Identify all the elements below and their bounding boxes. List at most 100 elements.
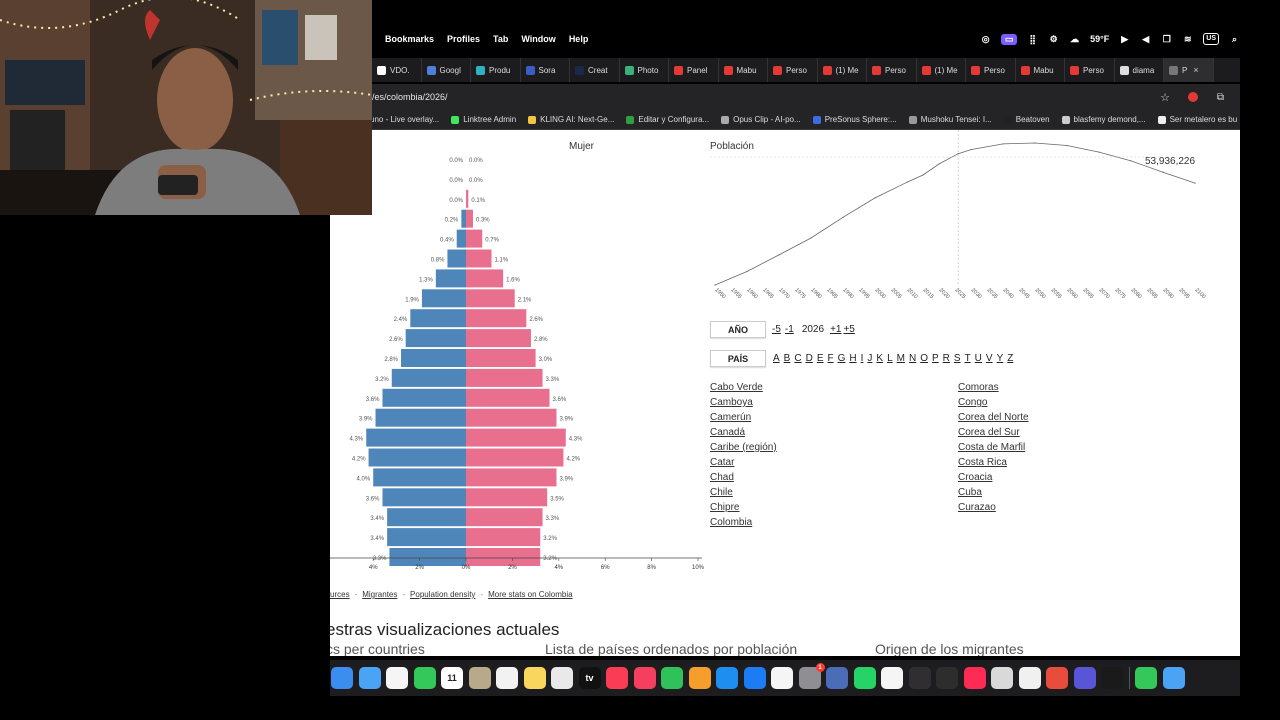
grid-icon[interactable]: ⣿ [1027, 34, 1038, 45]
male-bar[interactable] [447, 249, 466, 268]
browser-tab[interactable]: Mabu [1016, 58, 1065, 82]
browser-tab[interactable]: Photo [620, 58, 669, 82]
close-tab-icon[interactable]: × [1193, 65, 1198, 75]
letter-link-s[interactable]: S [954, 353, 961, 364]
obs-app[interactable] [908, 667, 931, 689]
menu-bookmarks[interactable]: Bookmarks [385, 34, 434, 44]
letter-link-c[interactable]: C [794, 353, 801, 364]
subhead-migrant-origin[interactable]: Origen de los migrantes [875, 641, 1024, 656]
chatgpt-app[interactable] [1018, 667, 1041, 689]
search-icon[interactable]: ⌕ [1229, 34, 1240, 45]
male-bar[interactable] [410, 309, 466, 328]
bookmark-item[interactable]: KLING AI: Next-Ge... [528, 115, 614, 124]
menu-tab[interactable]: Tab [493, 34, 508, 44]
female-bar[interactable] [466, 448, 564, 467]
bookmark-item[interactable]: Mushoku Tensei: I... [908, 115, 992, 124]
population-line-chart[interactable]: 1950 1955 1960 1965 1970 1975 1980 1985 1990 1995… [710, 130, 1210, 315]
letter-link-m[interactable]: M [897, 353, 905, 364]
country-link[interactable]: Chad [710, 470, 950, 485]
facetime-app[interactable] [413, 667, 436, 689]
male-bar[interactable] [421, 289, 466, 308]
male-bar[interactable] [389, 548, 466, 566]
letter-link-n[interactable]: N [909, 353, 916, 364]
female-bar[interactable] [466, 388, 550, 407]
country-link[interactable]: Caribe (región) [710, 440, 950, 455]
country-link[interactable]: Corea del Sur [958, 425, 1198, 440]
female-bar[interactable] [466, 488, 548, 507]
extension-icon[interactable] [1188, 92, 1198, 102]
female-bar[interactable] [466, 249, 492, 268]
letter-link-t[interactable]: T [965, 353, 971, 364]
female-bar[interactable] [466, 329, 531, 348]
settings-app[interactable]: 1 [798, 663, 825, 689]
browser-tab[interactable]: (1) Me [818, 58, 867, 82]
freeform-app[interactable] [551, 667, 573, 689]
wifi-icon[interactable]: ≋ [1182, 34, 1193, 45]
mail-app[interactable] [331, 667, 353, 689]
browser-tab[interactable]: Perso [1065, 58, 1115, 82]
browser-tab[interactable]: Perso [966, 58, 1016, 82]
letter-link-i[interactable]: I [861, 353, 864, 364]
male-bar[interactable] [382, 388, 466, 407]
population-density-link[interactable]: Population density [410, 590, 475, 599]
finalcut-app[interactable] [936, 667, 958, 689]
whatsapp-app[interactable] [853, 667, 876, 689]
notes-app[interactable] [523, 667, 546, 689]
country-link[interactable]: Costa de Marfil [958, 440, 1198, 455]
female-bar[interactable] [466, 189, 469, 208]
letter-link-g[interactable]: G [838, 353, 846, 364]
country-link[interactable]: Camerún [710, 410, 950, 425]
logic-app[interactable] [991, 667, 1013, 689]
letter-link-j[interactable]: J [867, 353, 872, 364]
letter-link-l[interactable]: L [887, 353, 893, 364]
female-bar[interactable] [466, 508, 543, 527]
female-bar[interactable] [466, 349, 536, 367]
female-bar[interactable] [466, 209, 473, 228]
chatgpt-status-icon[interactable]: ◎ [980, 34, 991, 45]
simulator-app[interactable] [826, 667, 848, 689]
gear-icon[interactable]: ⚙ [1048, 34, 1059, 45]
browser-tab[interactable]: diama [1115, 58, 1164, 82]
menu-window[interactable]: Window [521, 34, 555, 44]
window-icon[interactable]: ❐ [1161, 34, 1172, 45]
menu-help[interactable]: Help [569, 34, 589, 44]
country-link[interactable]: Chipre [710, 500, 950, 515]
female-bar[interactable] [466, 408, 557, 427]
numbers-app[interactable] [661, 667, 683, 689]
extensions-puzzle-icon[interactable]: ⧉ [1217, 92, 1224, 103]
female-bar[interactable] [466, 269, 504, 288]
letter-link-u[interactable]: U [975, 353, 982, 364]
bookmark-item[interactable]: Beatoven [1003, 115, 1050, 124]
sources-link[interactable]: urces [330, 590, 350, 599]
browser-tab[interactable]: Produ [471, 58, 521, 82]
reminders-app[interactable] [496, 667, 518, 689]
male-bar[interactable] [366, 428, 466, 447]
capcut-app[interactable] [771, 667, 793, 689]
letter-link-r[interactable]: R [943, 353, 950, 364]
letter-link-p[interactable]: P [932, 353, 939, 364]
country-link[interactable]: Colombia [710, 515, 950, 530]
female-bar[interactable] [466, 468, 557, 487]
tiktok-app[interactable] [963, 667, 986, 689]
browser-tab[interactable]: Sora [521, 58, 570, 82]
bookmark-item[interactable]: Opus Clip - AI-po... [721, 115, 801, 124]
browser-tab[interactable]: P × [1164, 58, 1214, 82]
letter-link-d[interactable]: D [806, 353, 813, 364]
subhead-countries-by-population[interactable]: Lista de países ordenados por población [545, 641, 797, 656]
input-language[interactable]: US [1203, 33, 1219, 45]
year-minus-5-link[interactable]: -5 [772, 324, 781, 335]
year-plus-5-link[interactable]: +5 [843, 324, 854, 335]
browser-tab[interactable]: Panel [669, 58, 719, 82]
letter-link-o[interactable]: O [920, 353, 928, 364]
country-link[interactable]: Canadá [710, 425, 950, 440]
male-bar[interactable] [435, 269, 466, 288]
female-bar[interactable] [466, 368, 543, 387]
year-plus-1-link[interactable]: +1 [830, 324, 841, 335]
male-bar[interactable] [382, 488, 466, 507]
male-bar[interactable] [368, 448, 466, 467]
calendar-app[interactable]: 11 [441, 667, 463, 689]
female-bar[interactable] [466, 309, 527, 328]
menu-profiles[interactable]: Profiles [447, 34, 480, 44]
letter-link-h[interactable]: H [849, 353, 856, 364]
country-link[interactable]: Croacia [958, 470, 1198, 485]
